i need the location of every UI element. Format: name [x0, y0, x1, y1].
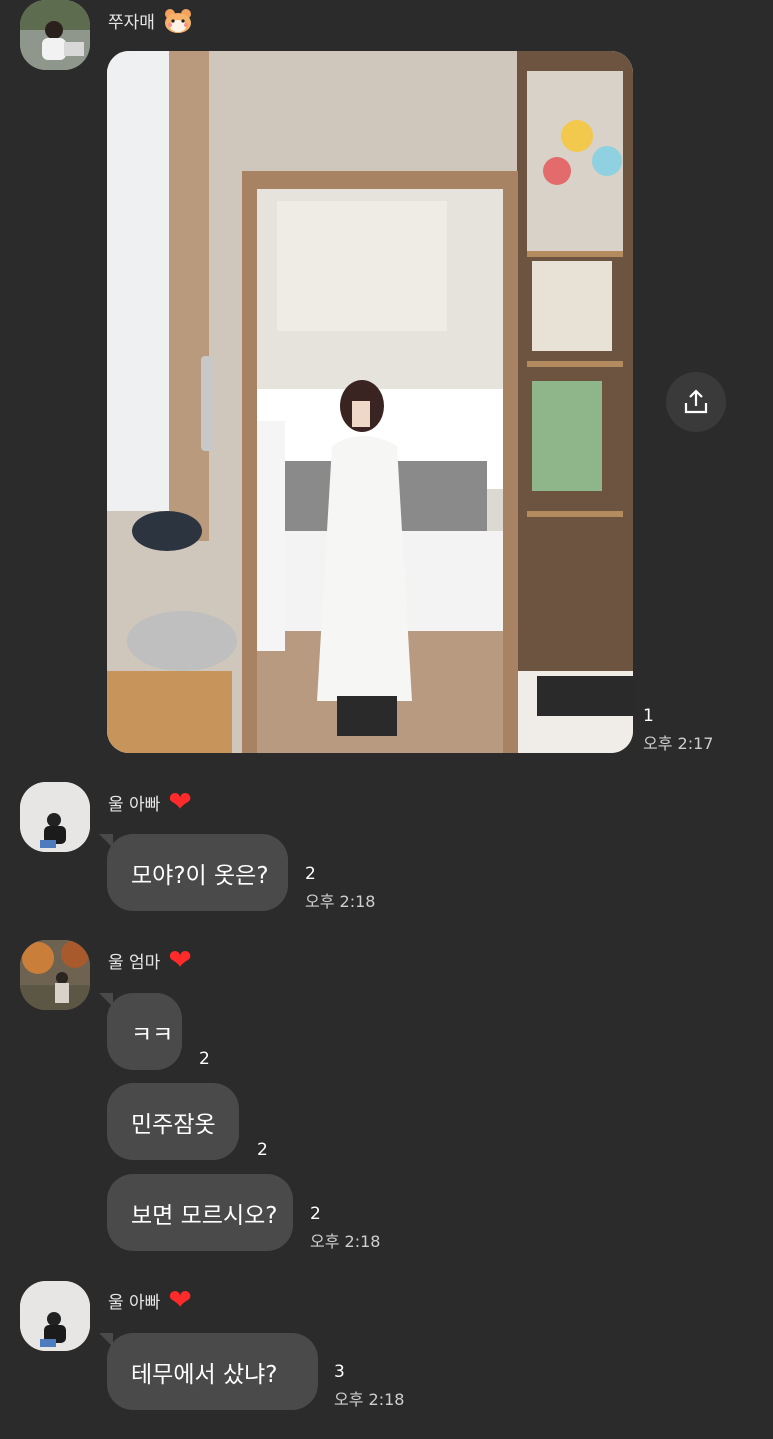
- message-text: 모야?이 옷은?: [131, 862, 269, 889]
- sender-name: 울 아빠: [108, 794, 161, 815]
- message-meta: 2 오후 2:18: [310, 1204, 380, 1252]
- sender-avatar[interactable]: [20, 1281, 90, 1351]
- shared-photo[interactable]: [107, 51, 633, 753]
- message-text: ㅋㅋ: [131, 1021, 174, 1048]
- heart-icon: ❤: [168, 785, 192, 818]
- heart-icon: ❤: [168, 1283, 192, 1316]
- share-icon: [684, 389, 708, 414]
- sender-name-row: 울 아빠 ❤: [108, 787, 192, 817]
- sender-name: 쭈자매: [108, 12, 155, 33]
- hamster-icon: [163, 8, 191, 33]
- sender-name-row: 울 아빠 ❤: [108, 1285, 192, 1315]
- message-meta: 2: [257, 1140, 268, 1160]
- timestamp: 오후 2:18: [305, 892, 376, 911]
- message-meta: 1 오후 2:17: [643, 706, 713, 754]
- message-bubble[interactable]: 테무에서 샀냐?: [99, 1333, 318, 1410]
- sender-name-row: 울 엄마 ❤: [108, 945, 192, 975]
- message-text: 테무에서 샀냐?: [131, 1361, 278, 1388]
- sender-name: 울 아빠: [108, 1292, 161, 1313]
- read-count: 2: [305, 864, 316, 884]
- message-meta: 3 오후 2:18: [334, 1362, 404, 1410]
- read-count: 2: [310, 1204, 321, 1224]
- sender-avatar[interactable]: [20, 940, 90, 1010]
- message-text: 보면 모르시오?: [131, 1202, 278, 1229]
- message-meta: 2: [199, 1049, 210, 1069]
- sender-name-row: 쭈자매: [108, 5, 191, 35]
- message-text: 민주잠옷: [131, 1111, 216, 1138]
- read-count: 1: [643, 706, 654, 726]
- message-meta: 2 오후 2:18: [305, 864, 375, 912]
- timestamp: 오후 2:18: [334, 1390, 405, 1409]
- heart-icon: ❤: [168, 943, 192, 976]
- sender-avatar[interactable]: [20, 782, 90, 852]
- sender-name: 울 엄마: [108, 952, 161, 973]
- share-button[interactable]: [666, 372, 726, 432]
- read-count: 3: [334, 1362, 345, 1382]
- message-bubble[interactable]: 모야?이 옷은?: [99, 834, 288, 911]
- message-bubble[interactable]: 보면 모르시오?: [107, 1174, 293, 1251]
- timestamp: 오후 2:18: [310, 1232, 381, 1251]
- message-bubble[interactable]: ㅋㅋ: [99, 993, 182, 1070]
- read-count: 2: [257, 1140, 268, 1160]
- timestamp: 오후 2:17: [643, 734, 714, 753]
- message-bubble[interactable]: 민주잠옷: [107, 1083, 239, 1160]
- read-count: 2: [199, 1049, 210, 1069]
- sender-avatar[interactable]: [20, 0, 90, 70]
